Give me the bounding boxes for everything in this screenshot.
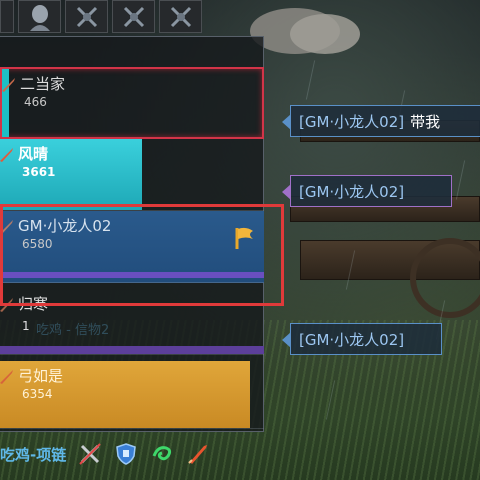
sword-icon xyxy=(0,148,13,162)
member-score: 6354 xyxy=(22,387,53,401)
mana-bar xyxy=(0,272,264,278)
crossed-swords-icon xyxy=(170,6,191,27)
head-portrait-slot[interactable] xyxy=(18,0,61,33)
sword-icon xyxy=(0,298,13,312)
skill-slot[interactable] xyxy=(159,0,202,33)
head-portrait-icon xyxy=(29,4,50,31)
wooden-beam xyxy=(300,240,480,280)
team-member-row[interactable]: 风晴 3661 xyxy=(0,139,264,211)
chat-bubble[interactable]: [GM·小龙人02] xyxy=(282,323,442,355)
team-member-row-selected[interactable]: GM·小龙人02 6580 xyxy=(0,211,264,283)
equipment-bar: 吃鸡-项链 xyxy=(0,436,210,472)
member-name: 弓如是 xyxy=(18,367,64,385)
crossed-swords-icon xyxy=(123,6,144,27)
chat-bubble[interactable]: [GM·小龙人02] 带我 xyxy=(282,105,480,137)
shield-icon[interactable] xyxy=(114,442,138,466)
team-member-row[interactable]: 归寒 1 吃鸡 - 信物2 xyxy=(0,283,264,355)
crossed-swords-icon xyxy=(76,6,97,27)
top-skill-bar xyxy=(0,0,202,34)
leader-flag-icon xyxy=(235,227,253,249)
sword-icon xyxy=(0,370,13,384)
sword-icon xyxy=(2,78,15,92)
member-name: 风晴 xyxy=(18,145,49,163)
skill-slot[interactable] xyxy=(65,0,108,33)
member-score: 3661 xyxy=(22,165,56,179)
chat-bubble[interactable]: [GM·小龙人02] xyxy=(282,175,452,207)
chat-message-text: 带我 xyxy=(410,112,441,131)
member-score: 466 xyxy=(24,95,47,109)
member-score: 6580 xyxy=(22,237,53,251)
team-member-row[interactable]: 二当家 466 xyxy=(0,67,264,139)
crossed-out-swords-icon[interactable] xyxy=(78,442,102,466)
chat-sender-tag: [GM·小龙人02] xyxy=(299,182,405,201)
cart-wheel xyxy=(410,238,480,318)
faded-equipment-name: 吃鸡 - 信物2 xyxy=(36,323,110,338)
sword-icon xyxy=(0,220,13,234)
chat-sender-tag: [GM·小龙人02] xyxy=(299,112,405,131)
member-name: GM·小龙人02 xyxy=(18,217,112,235)
equipment-title[interactable]: 吃鸡-项链 xyxy=(0,444,66,465)
boulder xyxy=(290,14,360,54)
mana-bar xyxy=(0,346,264,354)
blade-icon[interactable] xyxy=(186,442,210,466)
member-name: 二当家 xyxy=(20,75,66,93)
team-panel: 二当家 466 风晴 3661 GM·小龙人02 6580 归寒 1 吃鸡 - … xyxy=(0,36,264,432)
skill-slot[interactable] xyxy=(112,0,155,33)
blank-slot[interactable] xyxy=(0,0,14,33)
team-member-row[interactable]: 弓如是 6354 xyxy=(0,361,264,429)
member-name: 归寒 xyxy=(18,295,49,313)
member-score: 1 xyxy=(22,319,30,333)
wind-swirl-icon[interactable] xyxy=(150,442,174,466)
chat-sender-tag: [GM·小龙人02] xyxy=(299,330,405,349)
